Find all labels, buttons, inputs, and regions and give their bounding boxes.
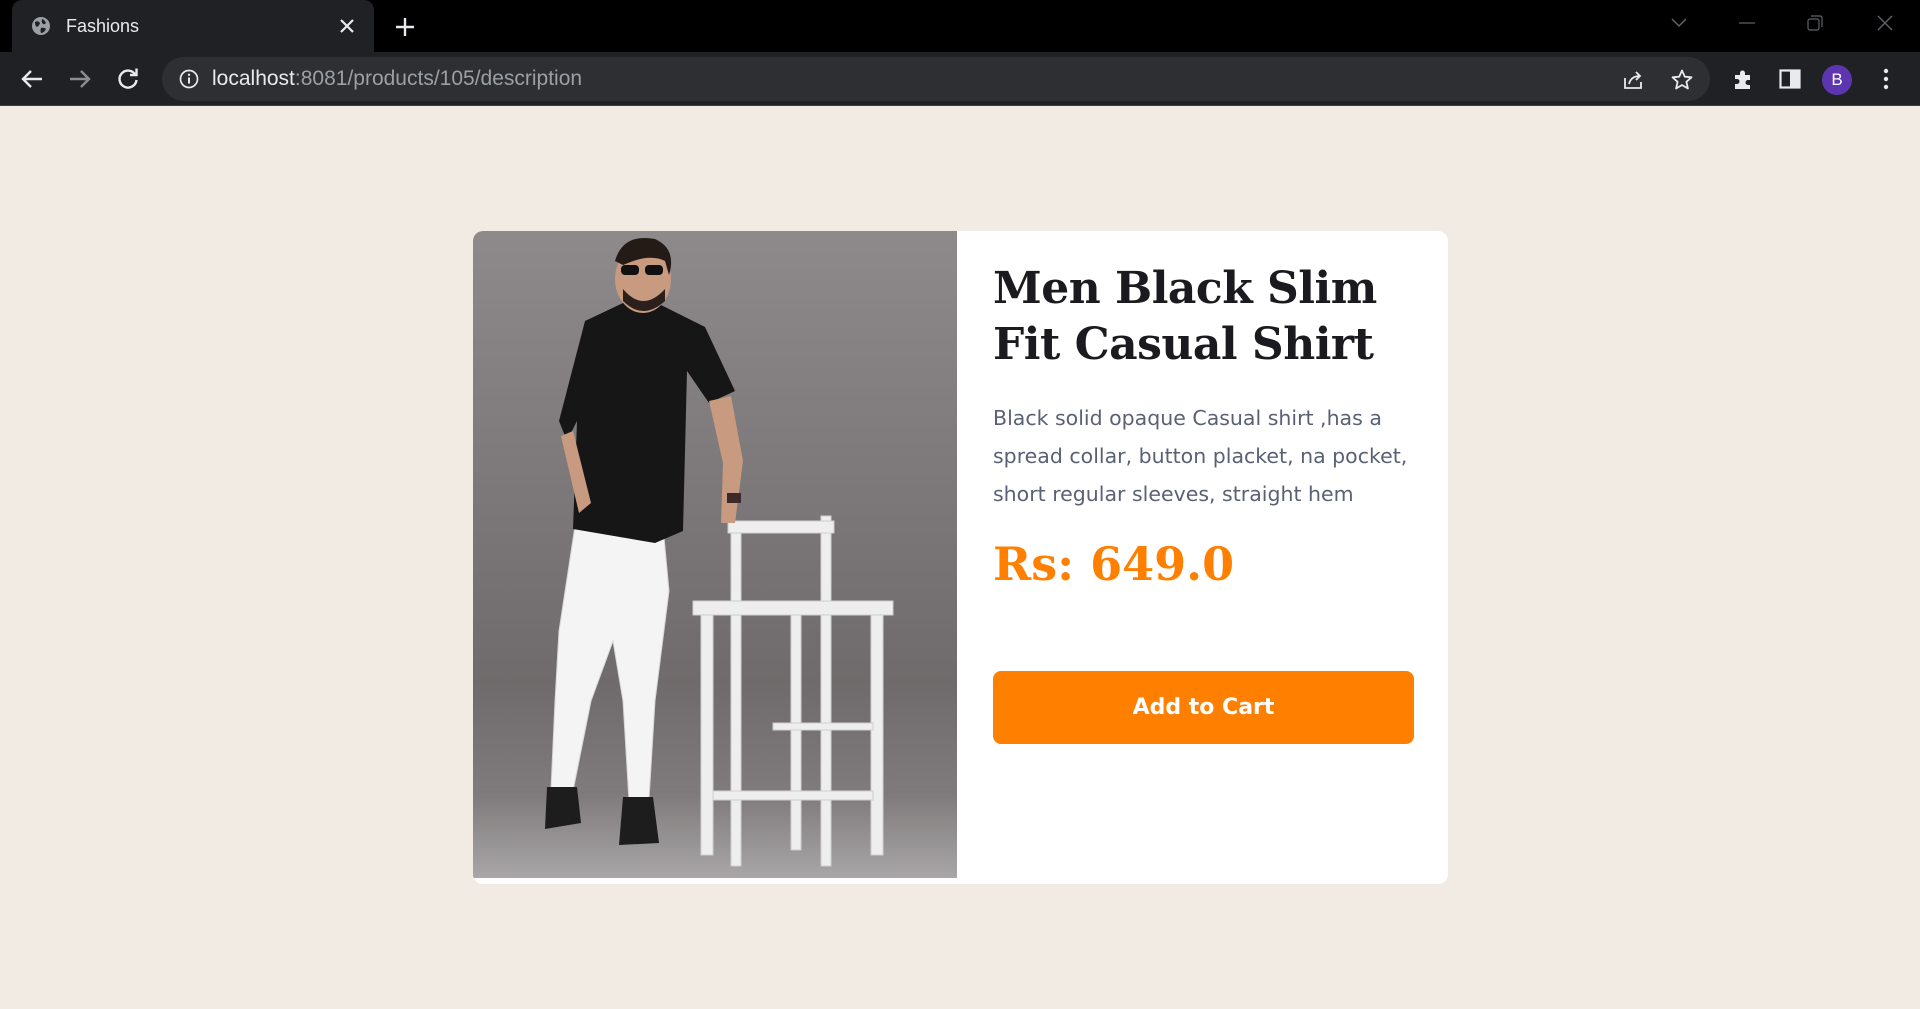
product-title: Men Black Slim Fit Casual Shirt — [993, 263, 1377, 370]
product-image — [473, 231, 957, 878]
restore-icon[interactable] — [1792, 8, 1838, 38]
browser-tab[interactable]: Fashions — [12, 0, 374, 52]
url-path: :8081/products/105/description — [294, 67, 583, 90]
share-icon[interactable] — [1622, 68, 1646, 92]
product-details: Men Black Slim Fit Casual Shirt Black so… — [993, 261, 1418, 591]
forward-icon[interactable] — [62, 61, 98, 97]
extensions-icon[interactable] — [1731, 67, 1755, 91]
profile-avatar[interactable]: B — [1822, 65, 1852, 95]
globe-icon — [30, 15, 52, 37]
side-panel-icon[interactable] — [1778, 67, 1802, 91]
plus-icon[interactable] — [390, 12, 420, 42]
product-description: Black solid opaque Casual shirt ,has a s… — [993, 406, 1408, 506]
star-icon[interactable] — [1670, 68, 1694, 92]
url-text: localhost:8081/products/105/description — [212, 67, 582, 91]
url-host: localhost — [212, 67, 295, 90]
product-card: Men Black Slim Fit Casual Shirt Black so… — [473, 231, 1448, 884]
back-icon[interactable] — [14, 61, 50, 97]
browser-toolbar: localhost:8081/products/105/description … — [0, 52, 1920, 106]
browser-titlebar: Fashions — [0, 0, 1920, 52]
window-close-icon[interactable] — [1862, 8, 1908, 38]
kebab-menu-icon[interactable] — [1874, 67, 1898, 91]
close-icon[interactable] — [334, 13, 360, 39]
product-price: Rs: 649.0 — [993, 537, 1235, 591]
reload-icon[interactable] — [110, 61, 146, 97]
add-to-cart-button[interactable]: Add to Cart — [993, 671, 1414, 744]
address-bar[interactable]: localhost:8081/products/105/description — [162, 57, 1710, 101]
tab-title: Fashions — [66, 15, 140, 36]
info-icon[interactable] — [178, 68, 200, 90]
minimize-icon[interactable] — [1724, 8, 1770, 38]
chevron-down-icon[interactable] — [1656, 8, 1702, 38]
